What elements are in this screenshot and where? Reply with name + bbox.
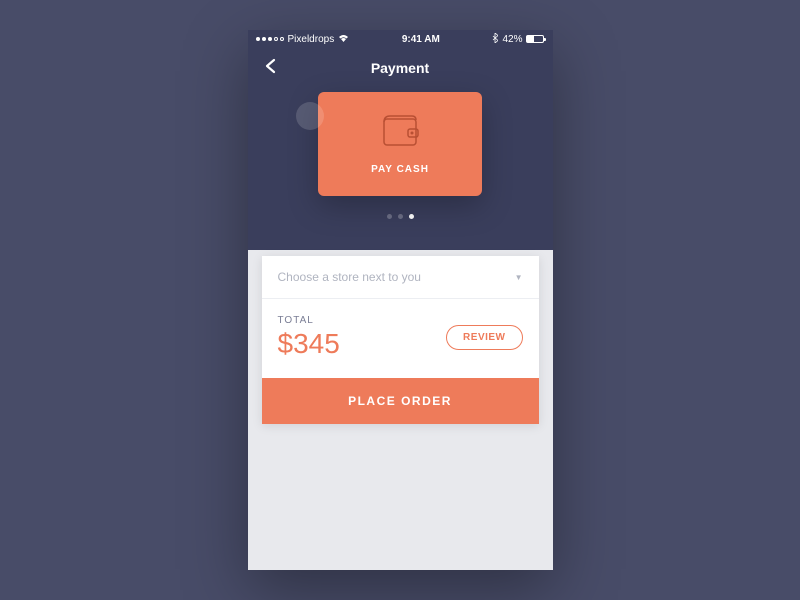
ripple-effect — [296, 102, 324, 130]
phone-screen: Pixeldrops 9:41 AM 42% — [248, 30, 553, 570]
time-label: 9:41 AM — [402, 34, 440, 45]
payment-method-card[interactable]: PAY CASH — [318, 92, 482, 196]
signal-icon — [256, 37, 284, 41]
total-section: TOTAL $345 REVIEW — [262, 299, 539, 378]
back-button[interactable] — [262, 57, 280, 80]
arrow-left-icon — [262, 57, 280, 75]
bluetooth-icon — [492, 33, 498, 46]
store-selector[interactable]: Choose a store next to you ▼ — [262, 256, 539, 299]
status-left: Pixeldrops — [256, 34, 350, 45]
carousel-pagination — [248, 214, 553, 219]
nav-bar: Payment — [248, 48, 553, 88]
order-card: Choose a store next to you ▼ TOTAL $345 … — [262, 256, 539, 424]
total-amount: $345 — [278, 328, 340, 360]
pagination-dot[interactable] — [387, 214, 392, 219]
chevron-down-icon: ▼ — [515, 273, 523, 282]
total-info: TOTAL $345 — [278, 315, 340, 360]
page-title: Payment — [248, 60, 553, 76]
status-right: 42% — [492, 33, 544, 46]
total-label: TOTAL — [278, 315, 340, 326]
battery-label: 42% — [502, 34, 522, 45]
status-bar: Pixeldrops 9:41 AM 42% — [248, 30, 553, 48]
battery-icon — [526, 35, 544, 43]
place-order-button[interactable]: PLACE ORDER — [262, 378, 539, 424]
carrier-label: Pixeldrops — [288, 34, 335, 45]
wallet-icon — [380, 113, 420, 154]
pagination-dot-active[interactable] — [409, 214, 414, 219]
store-selector-placeholder: Choose a store next to you — [278, 270, 421, 284]
header-section: Pixeldrops 9:41 AM 42% — [248, 30, 553, 250]
wifi-icon — [338, 34, 349, 45]
pagination-dot[interactable] — [398, 214, 403, 219]
review-button[interactable]: REVIEW — [446, 325, 522, 350]
payment-card-label: PAY CASH — [371, 164, 429, 175]
